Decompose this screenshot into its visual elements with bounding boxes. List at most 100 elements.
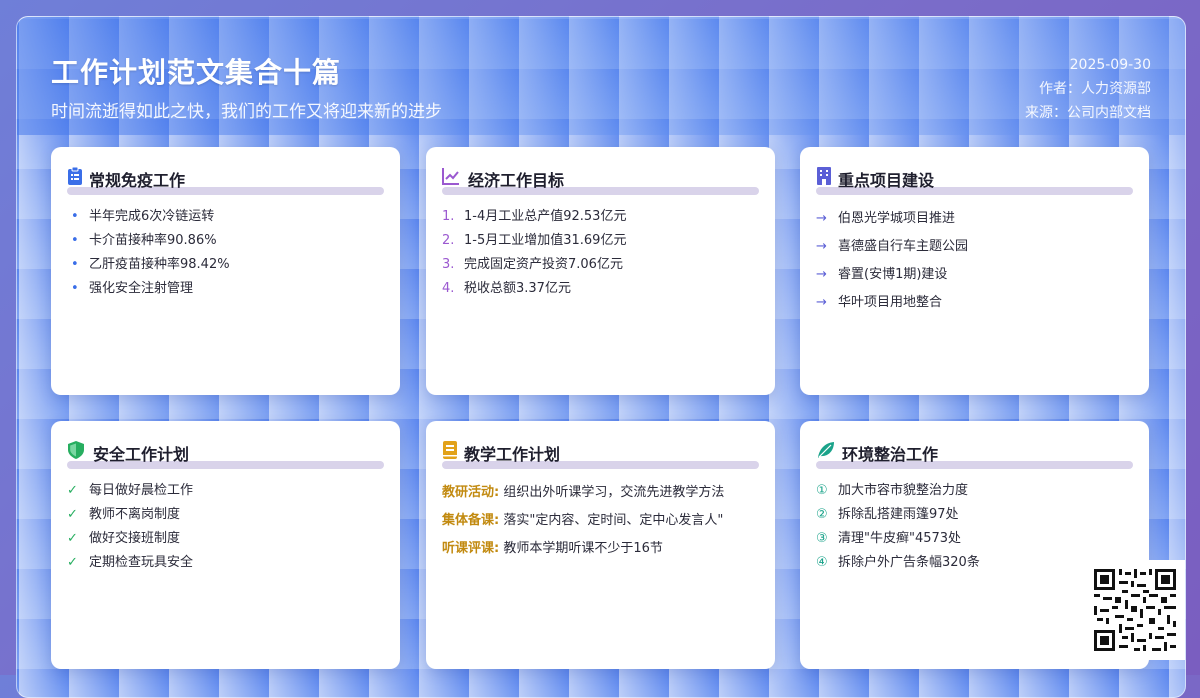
list-item-text: 税收总额3.37亿元 <box>464 281 571 296</box>
number-marker: ② <box>816 507 828 522</box>
card-header: 环境整治工作 <box>816 439 1133 469</box>
list-item: → 华叶项目用地整合 <box>816 289 1133 317</box>
bullet-marker: • <box>71 233 79 248</box>
bullet-marker: • <box>71 257 79 272</box>
list-item: → 伯恩光学城项目推进 <box>816 205 1133 233</box>
list-item-text: 每日做好晨检工作 <box>89 483 194 498</box>
check-icon: ✓ <box>67 483 78 498</box>
item-text: 组织出外听课学习，交流先进教学方法 <box>503 485 725 500</box>
list-item: 1. 1-4月工业总产值92.53亿元 <box>442 205 759 229</box>
card-safety: 安全工作计划 ✓ 每日做好晨检工作 ✓ 教师不离岗制度 ✓ 做好交接班制度 ✓ 定期检查… <box>51 421 400 669</box>
card-title: 常规免疫工作 <box>89 171 186 190</box>
arrow-right-icon: → <box>816 295 827 310</box>
list-item-text: 定期检查玩具安全 <box>89 555 194 570</box>
number-marker: 3. <box>442 257 455 272</box>
card-title: 安全工作计划 <box>93 445 190 464</box>
chart-line-icon <box>442 168 459 185</box>
book-icon <box>443 441 457 459</box>
number-marker: 2. <box>442 233 455 248</box>
card-title: 重点项目建设 <box>838 171 935 190</box>
list-item: • 乙肝疫苗接种率98.42% <box>67 253 384 277</box>
card-key-projects: 重点项目建设 → 伯恩光学城项目推进 → 喜德盛自行车主题公园 → 睿置(安博1期)建… <box>800 147 1149 395</box>
meta-author: 作者：人力资源部 <box>1039 81 1151 97</box>
leaf-icon <box>818 442 834 458</box>
list-item-text: 半年完成6次冷链运转 <box>89 209 215 224</box>
list-item-text: 乙肝疫苗接种率98.42% <box>89 257 230 272</box>
list-item: 听课评课: 教师本学期听课不少于16节 <box>442 535 759 563</box>
list-item-text: 强化安全注射管理 <box>89 281 194 296</box>
card-list: 1. 1-4月工业总产值92.53亿元 2. 1-5月工业增加值31.69亿元 3.… <box>442 205 759 301</box>
page-title: 工作计划范文集合十篇 <box>51 56 342 89</box>
document-meta: 2025-09-30 作者：人力资源部 来源：公司内部文档 <box>1025 53 1151 125</box>
item-label: 听课评课: <box>442 541 500 556</box>
meta-date: 2025-09-30 <box>1069 57 1151 73</box>
list-item-text: 做好交接班制度 <box>89 531 181 546</box>
number-marker: ③ <box>816 531 828 546</box>
qr-code[interactable] <box>1085 560 1185 660</box>
bullet-marker: • <box>71 281 79 296</box>
card-header: 经济工作目标 <box>442 165 759 195</box>
item-text: 落实"定内容、定时间、定中心发言人" <box>503 513 724 528</box>
clipboard-icon <box>68 167 82 185</box>
list-item-text: 拆除户外广告条幅320条 <box>838 555 980 570</box>
list-item: ① 加大市容市貌整治力度 <box>816 479 1133 503</box>
card-title: 经济工作目标 <box>468 171 565 190</box>
page-subtitle: 时间流逝得如此之快，我们的工作又将迎来新的进步 <box>51 102 442 122</box>
list-item: 3. 完成固定资产投资7.06亿元 <box>442 253 759 277</box>
item-text: 教师本学期听课不少于16节 <box>503 541 663 556</box>
check-icon: ✓ <box>67 555 78 570</box>
list-item-text: 1-4月工业总产值92.53亿元 <box>464 209 627 224</box>
list-item: • 半年完成6次冷链运转 <box>67 205 384 229</box>
card-immunization: 常规免疫工作 • 半年完成6次冷链运转 • 卡介苗接种率90.86% • 乙肝疫苗接种… <box>51 147 400 395</box>
number-marker: 4. <box>442 281 455 296</box>
list-item: → 喜德盛自行车主题公园 <box>816 233 1133 261</box>
card-teaching: 教学工作计划 教研活动: 组织出外听课学习，交流先进教学方法 集体备课: 落实"… <box>426 421 775 669</box>
bullet-marker: • <box>71 209 79 224</box>
list-item-text: 喜德盛自行车主题公园 <box>838 239 969 254</box>
card-list: 教研活动: 组织出外听课学习，交流先进教学方法 集体备课: 落实"定内容、定时间… <box>442 479 759 563</box>
check-icon: ✓ <box>67 531 78 546</box>
list-item: ③ 清理"牛皮癣"4573处 <box>816 527 1133 551</box>
number-marker: 1. <box>442 209 455 224</box>
card-list: → 伯恩光学城项目推进 → 喜德盛自行车主题公园 → 睿置(安博1期)建设 → 华叶项目… <box>816 205 1133 317</box>
card-title: 环境整治工作 <box>842 445 939 464</box>
card-header: 重点项目建设 <box>816 165 1133 195</box>
arrow-right-icon: → <box>816 267 827 282</box>
building-icon <box>817 167 831 185</box>
shield-icon <box>68 441 84 459</box>
qr-code-icon <box>1085 560 1185 660</box>
list-item: 教研活动: 组织出外听课学习，交流先进教学方法 <box>442 479 759 507</box>
list-item: • 强化安全注射管理 <box>67 277 384 301</box>
card-header: 教学工作计划 <box>442 439 759 469</box>
card-economy: 经济工作目标 1. 1-4月工业总产值92.53亿元 2. 1-5月工业增加值31.… <box>426 147 775 395</box>
list-item: ② 拆除乱搭建雨篷97处 <box>816 503 1133 527</box>
list-item-text: 拆除乱搭建雨篷97处 <box>838 507 959 522</box>
arrow-right-icon: → <box>816 239 827 254</box>
list-item: → 睿置(安博1期)建设 <box>816 261 1133 289</box>
meta-source: 来源：公司内部文档 <box>1025 105 1151 121</box>
list-item: ✓ 教师不离岗制度 <box>67 503 384 527</box>
card-header: 常规免疫工作 <box>67 165 384 195</box>
number-marker: ④ <box>816 555 828 570</box>
list-item: ✓ 定期检查玩具安全 <box>67 551 384 575</box>
list-item: 4. 税收总额3.37亿元 <box>442 277 759 301</box>
list-item-text: 教师不离岗制度 <box>89 507 181 522</box>
list-item-text: 伯恩光学城项目推进 <box>838 211 956 226</box>
item-label: 集体备课: <box>442 513 500 528</box>
check-icon: ✓ <box>67 507 78 522</box>
list-item-text: 华叶项目用地整合 <box>838 295 943 310</box>
list-item: ✓ 每日做好晨检工作 <box>67 479 384 503</box>
number-marker: ① <box>816 483 828 498</box>
list-item-text: 加大市容市貌整治力度 <box>838 483 969 498</box>
list-item: 2. 1-5月工业增加值31.69亿元 <box>442 229 759 253</box>
list-item-text: 清理"牛皮癣"4573处 <box>838 531 962 546</box>
card-list: ✓ 每日做好晨检工作 ✓ 教师不离岗制度 ✓ 做好交接班制度 ✓ 定期检查玩具安全 <box>67 479 384 575</box>
list-item-text: 1-5月工业增加值31.69亿元 <box>464 233 627 248</box>
list-item: ✓ 做好交接班制度 <box>67 527 384 551</box>
list-item: • 卡介苗接种率90.86% <box>67 229 384 253</box>
arrow-right-icon: → <box>816 211 827 226</box>
card-list: • 半年完成6次冷链运转 • 卡介苗接种率90.86% • 乙肝疫苗接种率98.42%… <box>67 205 384 301</box>
list-item-text: 卡介苗接种率90.86% <box>89 233 217 248</box>
card-header: 安全工作计划 <box>67 439 384 469</box>
list-item-text: 睿置(安博1期)建设 <box>838 267 948 282</box>
